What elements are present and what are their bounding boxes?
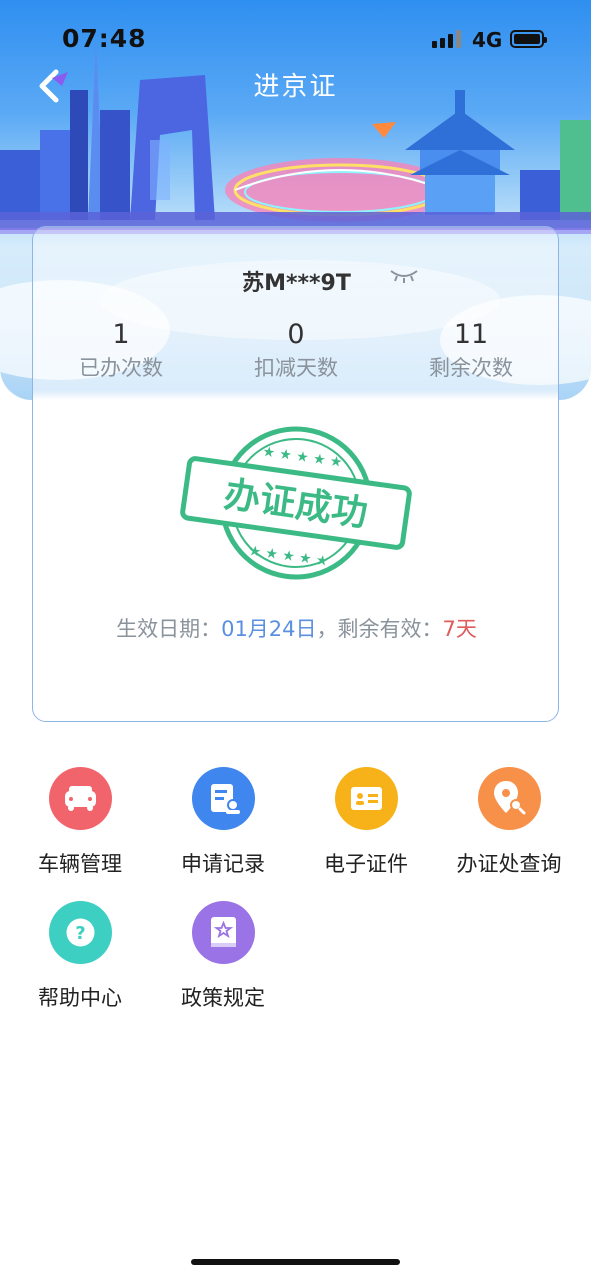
stat-deducted: 0 扣减天数: [216, 319, 376, 382]
eye-closed-icon[interactable]: [389, 267, 419, 283]
svg-text:★ ★ ★ ★ ★: ★ ★ ★ ★ ★: [261, 444, 343, 471]
menu-vehicle-management-label: 车辆管理: [38, 852, 122, 876]
stat-remaining-value: 11: [453, 319, 489, 350]
permit-card: 苏M***9T 1 已办次数 0 扣减天数 11 剩余次数 办证成功 ★ ★ ★…: [32, 226, 559, 722]
battery-icon: [510, 30, 547, 48]
validity-info: 生效日期：01月24日，剩余有效：7天: [33, 613, 558, 643]
stat-remaining: 11 剩余次数: [391, 319, 551, 382]
status-time: 07:48: [62, 24, 147, 53]
menu-policy-regulations[interactable]: 政策规定: [153, 901, 293, 1012]
network-type: 4G: [472, 28, 503, 52]
menu-vehicle-management[interactable]: 车辆管理: [10, 767, 150, 878]
menu-help-center-label: 帮助中心: [38, 986, 122, 1010]
stat-remaining-label: 剩余次数: [429, 356, 513, 380]
stat-applied: 1 已办次数: [41, 319, 201, 382]
menu-electronic-certificate-label: 电子证件: [324, 852, 408, 876]
menu-office-lookup-label: 办证处查询: [456, 852, 562, 876]
menu-application-records[interactable]: 申请记录: [153, 767, 293, 878]
stat-applied-label: 已办次数: [79, 356, 163, 380]
stat-deducted-value: 0: [287, 319, 305, 350]
menu-policy-regulations-label: 政策规定: [181, 986, 265, 1010]
validity-prefix: 生效日期：: [116, 617, 222, 641]
validity-remaining: 7天: [442, 617, 477, 641]
menu-help-center[interactable]: ? 帮助中心: [10, 901, 150, 1012]
stat-applied-value: 1: [112, 319, 130, 350]
success-stamp: 办证成功 ★ ★ ★ ★ ★ ★ ★ ★ ★ ★: [180, 426, 412, 580]
page-title: 进京证: [253, 72, 338, 102]
help-icon: ?: [48, 901, 112, 964]
menu-electronic-certificate[interactable]: 电子证件: [296, 767, 436, 878]
policy-book-icon: [191, 901, 255, 964]
stat-deducted-label: 扣减天数: [254, 356, 338, 380]
validity-separator: ，剩余有效：: [316, 617, 443, 641]
record-icon: [191, 767, 255, 830]
car-icon: [48, 767, 112, 830]
location-search-icon: [477, 767, 541, 830]
menu-office-lookup[interactable]: 办证处查询: [439, 767, 579, 878]
signal-icon: [432, 30, 461, 48]
home-indicator[interactable]: [191, 1259, 400, 1265]
menu-application-records-label: 申请记录: [181, 852, 265, 876]
svg-text:?: ?: [75, 923, 85, 944]
id-card-icon: [334, 767, 398, 830]
license-plate: 苏M***9T: [242, 271, 351, 296]
validity-date: 01月24日: [221, 617, 317, 641]
